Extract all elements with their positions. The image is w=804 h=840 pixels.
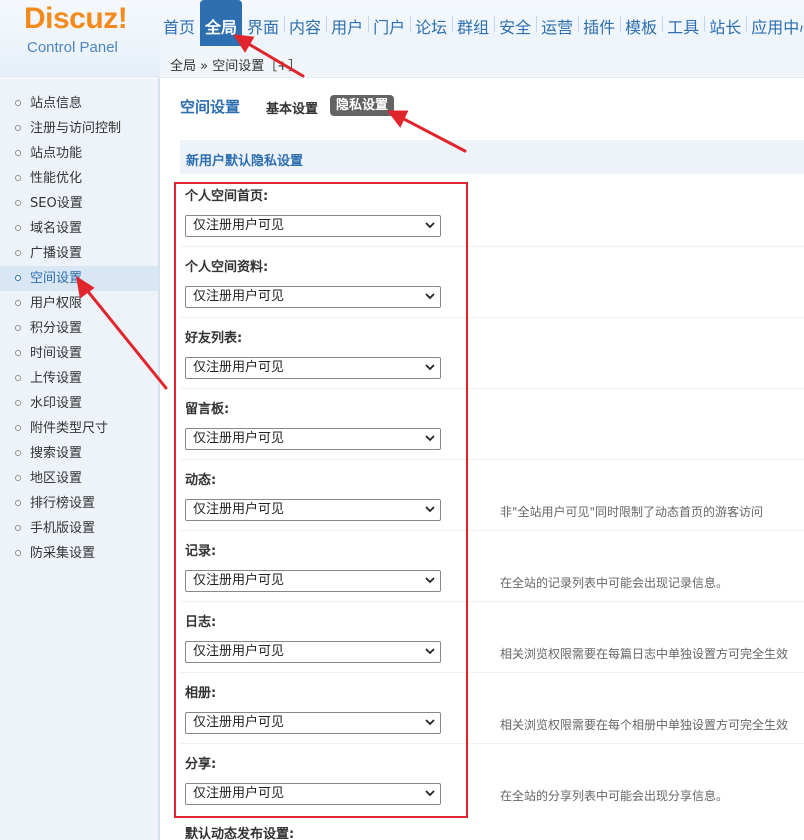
field-label-feed-publish: 默认动态发布设置: <box>185 827 295 840</box>
sidebar-item-label: 上传设置 <box>30 371 83 386</box>
nav-content[interactable]: 内容 <box>284 0 326 46</box>
sidebar-item-registration[interactable]: 注册与访问控制 <box>0 116 158 141</box>
sidebar-item-seo[interactable]: SEO设置 <box>0 191 158 216</box>
sidebar-menu: 站点信息 注册与访问控制 站点功能 性能优化 SEO设置 域名设置 广播设置 空… <box>0 79 158 566</box>
sidebar-item-broadcast[interactable]: 广播设置 <box>0 241 158 266</box>
nav-security[interactable]: 安全 <box>494 0 536 46</box>
sidebar-item-label: SEO设置 <box>30 196 83 211</box>
sidebar-item-label: 地区设置 <box>30 471 83 486</box>
sidebar-item-anti-scraping[interactable]: 防采集设置 <box>0 541 158 566</box>
hint-album: 相关浏览权限需要在每个相册中单独设置方可完全生效 <box>500 718 789 732</box>
sidebar-item-label: 空间设置 <box>30 271 83 286</box>
circle-bullet-icon <box>15 525 21 531</box>
section-title: 新用户默认隐私设置 <box>186 154 304 169</box>
sidebar: 站点信息 注册与访问控制 站点功能 性能优化 SEO设置 域名设置 广播设置 空… <box>0 78 158 840</box>
sidebar-item-label: 时间设置 <box>30 346 83 361</box>
circle-bullet-icon <box>15 100 21 106</box>
logo[interactable]: Discuz! Control Panel <box>0 0 158 78</box>
hint-share: 在全站的分享列表中可能会出现分享信息。 <box>500 789 729 803</box>
nav-tools[interactable]: 工具 <box>662 0 704 46</box>
sidebar-item-label: 手机版设置 <box>30 521 96 536</box>
nav-interface[interactable]: 界面 <box>242 0 284 46</box>
tab-basic-settings[interactable]: 基本设置 <box>266 98 318 117</box>
circle-bullet-icon <box>15 150 21 156</box>
top-nav: 首页 全局 界面 内容 用户 门户 论坛 群组 安全 运营 插件 模板 工具 站… <box>158 0 804 46</box>
sidebar-item-site-features[interactable]: 站点功能 <box>0 141 158 166</box>
circle-bullet-icon <box>15 400 21 406</box>
sidebar-item-ranking[interactable]: 排行榜设置 <box>0 491 158 516</box>
circle-bullet-icon <box>15 125 21 131</box>
circle-bullet-icon <box>15 175 21 181</box>
circle-bullet-icon <box>15 300 21 306</box>
sidebar-item-time[interactable]: 时间设置 <box>0 341 158 366</box>
sidebar-item-attachment-types[interactable]: 附件类型尺寸 <box>0 416 158 441</box>
circle-bullet-icon <box>15 375 21 381</box>
circle-bullet-icon <box>15 500 21 506</box>
nav-app-center[interactable]: 应用中心 <box>746 0 804 46</box>
main-content: 空间设置 基本设置 隐私设置 新用户默认隐私设置 个人空间首页: 仅注册用户可见… <box>160 78 804 840</box>
sidebar-item-label: 搜索设置 <box>30 446 83 461</box>
sidebar-item-site-info[interactable]: 站点信息 <box>0 91 158 116</box>
sidebar-item-label: 注册与访问控制 <box>30 121 122 136</box>
circle-bullet-icon <box>15 450 21 456</box>
circle-bullet-icon <box>15 250 21 256</box>
sidebar-item-mobile[interactable]: 手机版设置 <box>0 516 158 541</box>
sidebar-item-credits[interactable]: 积分设置 <box>0 316 158 341</box>
nav-global[interactable]: 全局 <box>200 0 243 46</box>
sidebar-item-label: 广播设置 <box>30 246 83 261</box>
section-header: 新用户默认隐私设置 <box>180 140 804 174</box>
sidebar-item-upload[interactable]: 上传设置 <box>0 366 158 391</box>
sidebar-item-domain[interactable]: 域名设置 <box>0 216 158 241</box>
sidebar-item-label: 站点功能 <box>30 146 83 161</box>
annotation-highlight-box <box>174 182 468 818</box>
sidebar-item-region[interactable]: 地区设置 <box>0 466 158 491</box>
page: Discuz! Control Panel 首页 全局 界面 内容 用户 门户 … <box>0 0 804 840</box>
logo-text: Discuz! <box>24 2 128 35</box>
circle-bullet-icon <box>15 475 21 481</box>
circle-bullet-icon <box>15 275 21 281</box>
nav-webmaster[interactable]: 站长 <box>704 0 746 46</box>
sidebar-item-label: 防采集设置 <box>30 546 96 561</box>
sidebar-item-space[interactable]: 空间设置 <box>0 266 158 291</box>
nav-operations[interactable]: 运营 <box>536 0 578 46</box>
sidebar-item-label: 积分设置 <box>30 321 83 336</box>
sidebar-item-search[interactable]: 搜索设置 <box>0 441 158 466</box>
circle-bullet-icon <box>15 225 21 231</box>
breadcrumb-bar: 全局 » 空间设置［+］ <box>160 46 804 78</box>
sidebar-item-label: 性能优化 <box>30 171 83 186</box>
hint-doing: 在全站的记录列表中可能会出现记录信息。 <box>500 576 729 590</box>
logo-subtitle: Control Panel <box>27 39 118 56</box>
nav-groups[interactable]: 群组 <box>452 0 494 46</box>
sidebar-item-label: 水印设置 <box>30 396 83 411</box>
nav-portal[interactable]: 门户 <box>368 0 410 46</box>
nav-templates[interactable]: 模板 <box>620 0 662 46</box>
nav-plugins[interactable]: 插件 <box>578 0 620 46</box>
nav-home[interactable]: 首页 <box>158 0 200 46</box>
sidebar-item-permissions[interactable]: 用户权限 <box>0 291 158 316</box>
sidebar-item-label: 附件类型尺寸 <box>30 421 109 436</box>
circle-bullet-icon <box>15 325 21 331</box>
hint-feed: 非"全站用户可见"同时限制了动态首页的游客访问 <box>500 505 764 519</box>
nav-users[interactable]: 用户 <box>326 0 368 46</box>
page-title: 空间设置 <box>180 98 241 116</box>
circle-bullet-icon <box>15 425 21 431</box>
circle-bullet-icon <box>15 200 21 206</box>
breadcrumb[interactable]: 全局 » 空间设置［+］ <box>170 55 301 74</box>
sidebar-item-label: 用户权限 <box>30 296 83 311</box>
tab-privacy-settings[interactable]: 隐私设置 <box>330 95 395 116</box>
circle-bullet-icon <box>15 350 21 356</box>
sidebar-item-watermark[interactable]: 水印设置 <box>0 391 158 416</box>
nav-forum[interactable]: 论坛 <box>410 0 452 46</box>
sidebar-item-label: 站点信息 <box>30 96 83 111</box>
circle-bullet-icon <box>15 550 21 556</box>
sidebar-item-performance[interactable]: 性能优化 <box>0 166 158 191</box>
sidebar-item-label: 域名设置 <box>30 221 83 236</box>
hint-blog: 相关浏览权限需要在每篇日志中单独设置方可完全生效 <box>500 647 789 661</box>
sidebar-item-label: 排行榜设置 <box>30 496 96 511</box>
